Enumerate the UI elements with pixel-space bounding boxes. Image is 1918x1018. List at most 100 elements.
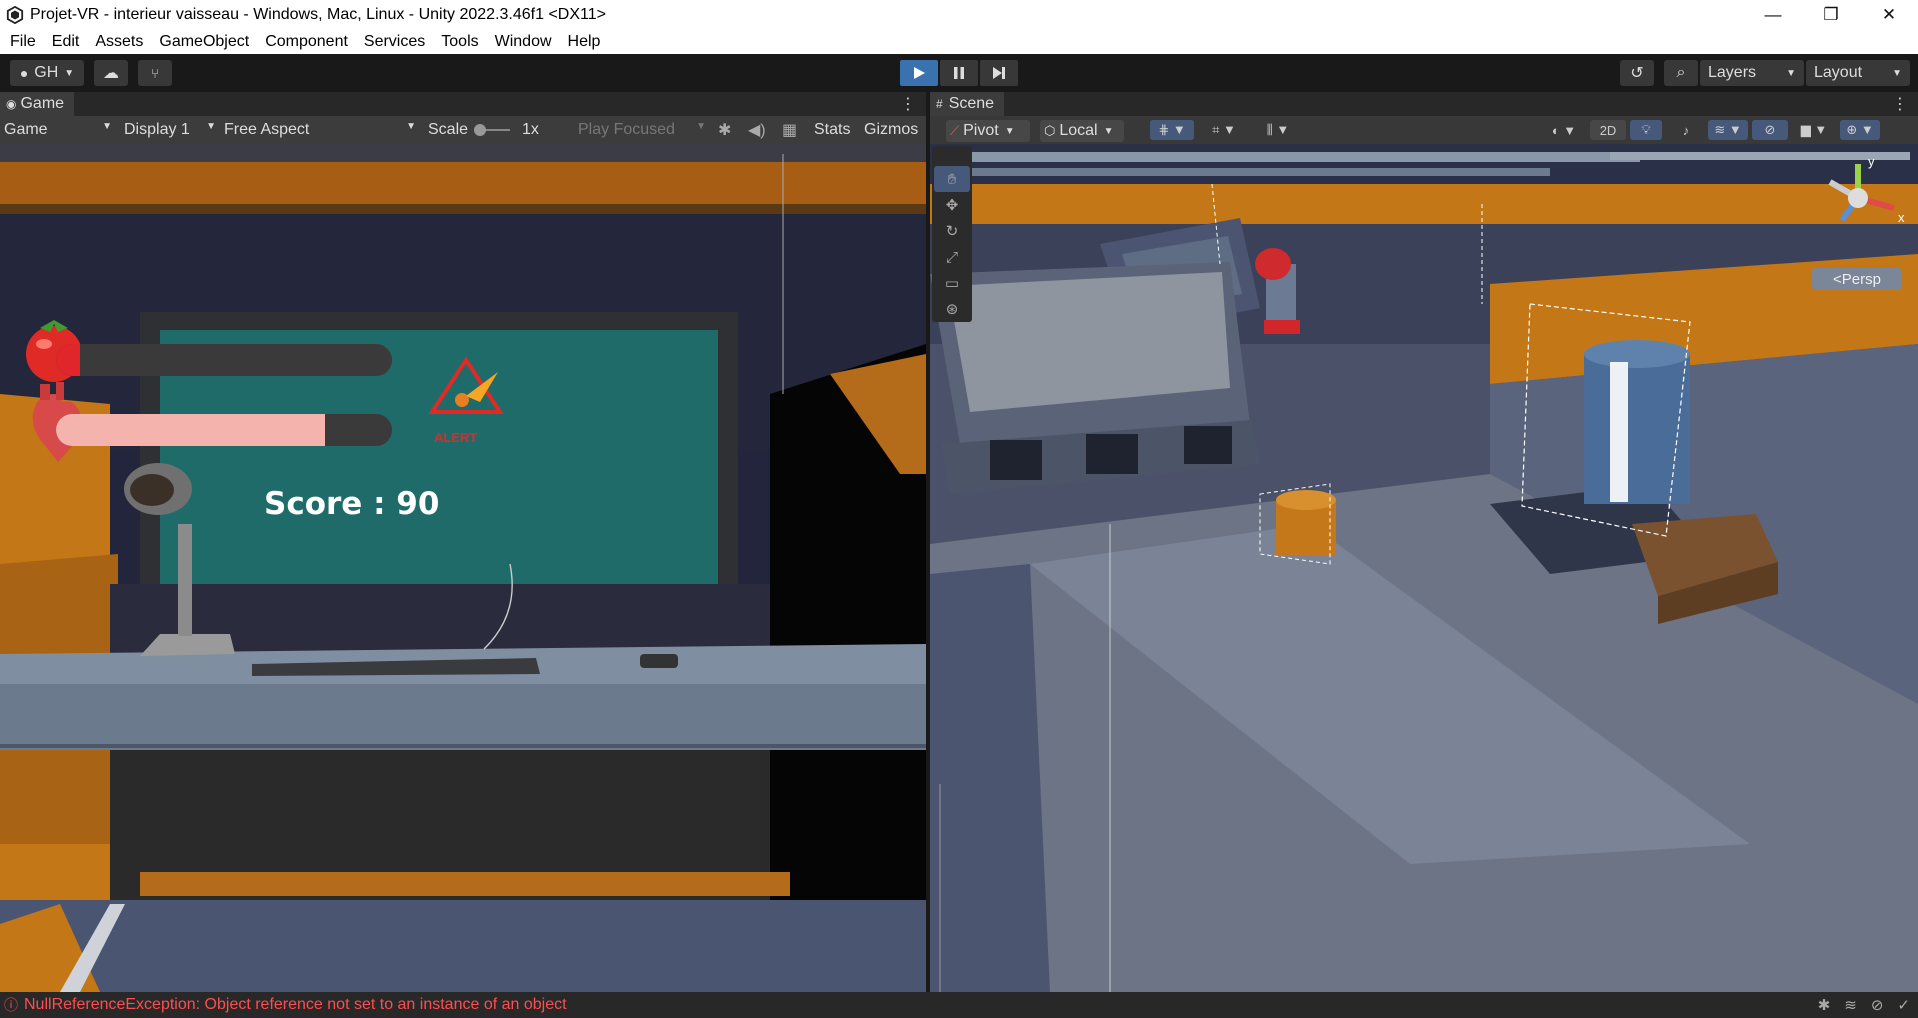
menu-gameobject[interactable]: GameObject (151, 33, 257, 51)
restore-button[interactable]: ❐ (1802, 0, 1860, 29)
menu-window[interactable]: Window (487, 33, 560, 51)
kebab-menu-icon[interactable]: ⋮ (1892, 94, 1908, 114)
chevron-down-icon: ▼ (1004, 125, 1015, 137)
unity-logo-icon (6, 5, 24, 24)
effects-toggle[interactable]: ≋ ▼ (1708, 120, 1748, 140)
visibility-toggle[interactable]: ⊘ (1752, 120, 1788, 140)
audio-toggle[interactable]: ♪ (1670, 120, 1702, 140)
cube-icon: ⬡ (1044, 123, 1056, 138)
align-icon: ⫼ ▼ (1266, 122, 1290, 137)
game-view[interactable]: Score : 90 ALERT (0, 144, 926, 992)
axis-y-label: y (1868, 154, 1875, 169)
menu-bar: File Edit Assets GameObject Component Se… (0, 29, 1918, 54)
scene-grid-icon: # (936, 97, 943, 111)
hand-tool[interactable]: ✋︎ (934, 166, 970, 192)
lighting-toggle[interactable]: 💡︎ (1630, 120, 1662, 140)
account-icon: ● (19, 65, 29, 81)
play-focused-label: Play Focused (578, 121, 675, 138)
menu-file[interactable]: File (2, 33, 44, 51)
health-bar (56, 414, 392, 446)
pause-button[interactable] (940, 60, 978, 86)
account-dropdown[interactable]: ● GH ▼ (10, 60, 84, 86)
step-button[interactable] (980, 60, 1018, 86)
grid-snap-button[interactable]: ⋕ ▼ (1150, 120, 1194, 140)
kebab-menu-icon[interactable]: ⋮ (900, 94, 916, 114)
search-icon: ⌕ (1676, 64, 1686, 81)
scene-view[interactable]: ✋︎ ✥ ↻ ⤢ ▭ ⊛ y x <Persp (930, 144, 1918, 992)
tab-game[interactable]: ◉ Game (0, 92, 75, 116)
scale-slider-handle[interactable] (474, 124, 486, 136)
scene-panel-header: # Scene ⋮ (930, 92, 1918, 116)
tab-scene[interactable]: # Scene (930, 92, 1005, 116)
play-icon (914, 67, 925, 79)
rect-tool[interactable]: ▭ (934, 270, 970, 296)
debug-off-icon[interactable]: ✱ (1818, 996, 1831, 1014)
2d-toggle[interactable]: 2D (1590, 120, 1626, 140)
play-button[interactable] (900, 60, 938, 86)
chevron-down-icon: ▼ (696, 121, 706, 132)
transform-icon: ⊛ (945, 301, 959, 318)
display-dropdown[interactable]: Display 1 ▼ (124, 121, 216, 139)
hidden-eye-icon: ⊘ (1764, 122, 1776, 137)
scale-label: Scale (428, 121, 469, 138)
audio-icon: ♪ (1682, 122, 1690, 138)
2d-label: 2D (1599, 122, 1617, 138)
game-panel-header: ◉ Game ⋮ (0, 92, 926, 116)
menu-edit[interactable]: Edit (44, 33, 88, 51)
menu-assets[interactable]: Assets (87, 33, 151, 51)
history-button[interactable]: ↺ (1620, 60, 1654, 86)
local-dropdown[interactable]: ⬡ Local ▼ (1040, 120, 1124, 142)
shading-mode-button[interactable]: ◐ ▼ (1544, 120, 1584, 140)
collab-button[interactable]: ⑂ (138, 60, 172, 86)
pause-icon (954, 67, 964, 79)
menu-component[interactable]: Component (257, 33, 356, 51)
scale-tool[interactable]: ⤢ (934, 244, 970, 270)
orientation-gizmo[interactable]: y x (1812, 152, 1912, 242)
cloud-button[interactable]: ☁ (94, 60, 128, 86)
check-icon[interactable]: ✓ (1897, 996, 1910, 1014)
scale-slider[interactable] (474, 124, 510, 136)
alert-label: ALERT (434, 430, 478, 445)
layers-dropdown[interactable]: Layers ▼ (1700, 60, 1804, 86)
snap-icon: ⌗ ▼ (1212, 122, 1236, 137)
aspect-dropdown[interactable]: Free Aspect ▼ (224, 121, 416, 139)
health-bar-fill (56, 414, 325, 446)
search-button[interactable]: ⌕ (1664, 60, 1698, 86)
profiler-off-icon[interactable]: ⊘ (1871, 996, 1884, 1014)
minimize-button[interactable]: — (1744, 0, 1802, 29)
menu-services[interactable]: Services (356, 33, 433, 51)
layers-label: Layers (1708, 64, 1757, 81)
perspective-toggle[interactable]: <Persp (1812, 268, 1902, 290)
gizmos-toggle[interactable]: ⊕ ▼ (1840, 120, 1880, 140)
menu-tools[interactable]: Tools (433, 33, 486, 51)
light-bulb-icon: 💡︎ (1641, 122, 1651, 137)
chevron-down-icon: ▼ (1786, 67, 1796, 79)
display-label: Display 1 (124, 121, 190, 138)
move-tool[interactable]: ✥ (934, 192, 970, 218)
camera-icon: ▆ ▼ (1800, 122, 1828, 137)
chevron-down-icon: ▼ (1103, 125, 1114, 137)
game-mode-dropdown[interactable]: Game ▼ (4, 121, 112, 139)
play-focused-dropdown[interactable]: Play Focused ▼ (578, 121, 706, 139)
bug-icon[interactable]: ✱ (718, 120, 731, 140)
gizmos-globe-icon: ⊕ ▼ (1846, 122, 1874, 137)
menu-help[interactable]: Help (560, 33, 609, 51)
game-toolbar: Game ▼ Display 1 ▼ Free Aspect ▼ Scale 1… (0, 116, 926, 144)
align-button[interactable]: ⫼ ▼ (1256, 120, 1300, 140)
console-error-message[interactable]: NullReferenceException: Object reference… (24, 996, 567, 1014)
grid-icon[interactable]: ▦ (782, 120, 797, 140)
gizmos-button[interactable]: Gizmos (864, 121, 918, 139)
rotate-tool[interactable]: ↻ (934, 218, 970, 244)
stats-button[interactable]: Stats (814, 121, 850, 139)
snap-increment-button[interactable]: ⌗ ▼ (1202, 120, 1246, 140)
layout-dropdown[interactable]: Layout ▼ (1806, 60, 1910, 86)
rect-icon: ▭ (944, 275, 960, 292)
transform-tool[interactable]: ⊛ (934, 296, 970, 322)
close-button[interactable]: ✕ (1860, 0, 1918, 29)
camera-settings-button[interactable]: ▆ ▼ (1794, 120, 1834, 140)
layers-status-icon[interactable]: ≋ (1844, 996, 1857, 1014)
pivot-dropdown[interactable]: ⟋ Pivot ▼ (946, 120, 1030, 142)
scene-toolbar: ⟋ Pivot ▼ ⬡ Local ▼ ⋕ ▼ ⌗ ▼ ⫼ ▼ ◐ ▼ 2D 💡… (930, 116, 1918, 144)
tab-scene-label: Scene (948, 95, 995, 112)
speaker-icon[interactable]: ◀) (748, 120, 766, 140)
